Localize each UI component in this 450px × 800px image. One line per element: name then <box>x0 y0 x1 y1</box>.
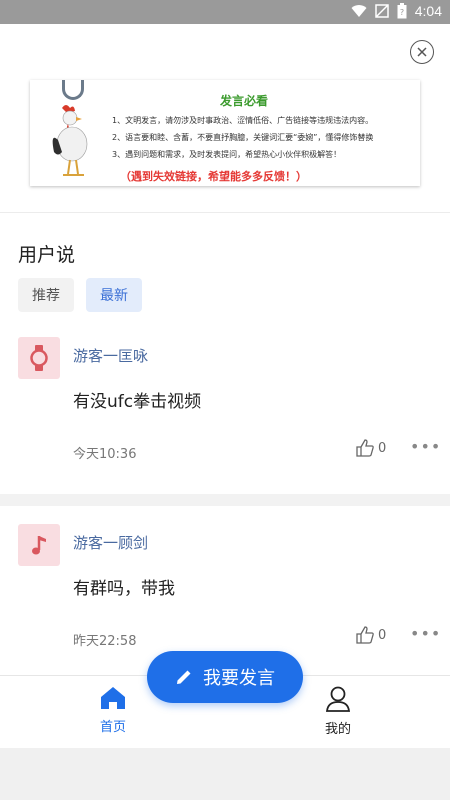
tab-recommended[interactable]: 推荐 <box>18 278 74 312</box>
like-count: 0 <box>378 627 387 643</box>
rooster-icon <box>52 105 88 176</box>
paperclip-icon <box>62 80 84 100</box>
main-page: 发言必看 1、文明发言，请勿涉及时事政治、涩情低俗、广告链接等违规违法内容。 2… <box>0 24 450 748</box>
nav-home-label: 首页 <box>99 720 126 735</box>
like-button[interactable]: 0 <box>356 439 386 457</box>
wifi-icon <box>351 5 367 18</box>
banner-rule-1: 1、文明发言，请勿涉及时事政治、涩情低俗、广告链接等违规违法内容。 <box>112 116 374 125</box>
user-icon <box>325 686 351 712</box>
post-author[interactable]: 游客一匡咏 <box>73 345 148 366</box>
battery-icon: ? <box>397 3 407 19</box>
more-options-button[interactable]: ••• <box>410 437 441 456</box>
close-button[interactable] <box>410 40 434 64</box>
close-icon <box>417 47 427 57</box>
status-icons: ? 4:04 <box>351 3 442 19</box>
post-content[interactable]: 有群吗，带我 <box>73 574 175 599</box>
like-count: 0 <box>378 440 387 456</box>
nav-mine-label: 我的 <box>324 722 351 737</box>
music-note-icon <box>32 536 46 555</box>
svg-text:?: ? <box>400 8 404 17</box>
nav-mine[interactable]: 我的 <box>308 686 368 737</box>
more-icon: ••• <box>410 624 442 643</box>
watch-icon <box>30 345 48 371</box>
no-signal-icon <box>375 4 389 18</box>
post-time: 昨天22:58 <box>73 634 137 649</box>
post-separator <box>0 494 450 506</box>
status-time: 4:04 <box>414 3 442 19</box>
post-author[interactable]: 游客一顾剑 <box>73 532 148 553</box>
fab-label: 我要发言 <box>203 668 275 689</box>
nav-home[interactable]: 首页 <box>83 686 143 735</box>
banner-rule-3: 3、遇到问题和需求，及时发表提问，希望热心小伙伴积极解答！ <box>112 150 342 159</box>
section-title: 用户说 <box>18 244 76 266</box>
thumbs-up-icon <box>356 439 374 457</box>
pencil-icon <box>177 670 191 684</box>
banner-rule-2: 2、语言要和睦、含蓄，不要直抒胸臆，关键词汇要“委婉”，懂得修饰替换 <box>112 133 374 142</box>
home-icon <box>101 687 125 709</box>
post-content[interactable]: 有没ufc拳击视频 <box>73 387 201 412</box>
status-bar: ? 4:04 <box>0 0 450 24</box>
banner-rules: 1、文明发言，请勿涉及时事政治、涩情低俗、广告链接等违规违法内容。 2、语言要和… <box>112 112 412 163</box>
avatar[interactable] <box>18 524 60 566</box>
banner-footer: （遇到失效链接，希望能多多反馈！） <box>120 170 307 183</box>
more-options-button[interactable]: ••• <box>410 624 441 643</box>
post-time: 今天10:36 <box>73 447 137 462</box>
like-button[interactable]: 0 <box>356 626 386 644</box>
banner-title: 发言必看 <box>220 94 269 108</box>
post-compose-button[interactable]: 我要发言 <box>147 651 303 703</box>
divider <box>0 212 450 213</box>
more-icon: ••• <box>410 437 442 456</box>
thumbs-up-icon <box>356 626 374 644</box>
posting-rules-banner[interactable]: 发言必看 1、文明发言，请勿涉及时事政治、涩情低俗、广告链接等违规违法内容。 2… <box>30 80 420 186</box>
tab-latest[interactable]: 最新 <box>86 278 142 312</box>
avatar[interactable] <box>18 337 60 379</box>
